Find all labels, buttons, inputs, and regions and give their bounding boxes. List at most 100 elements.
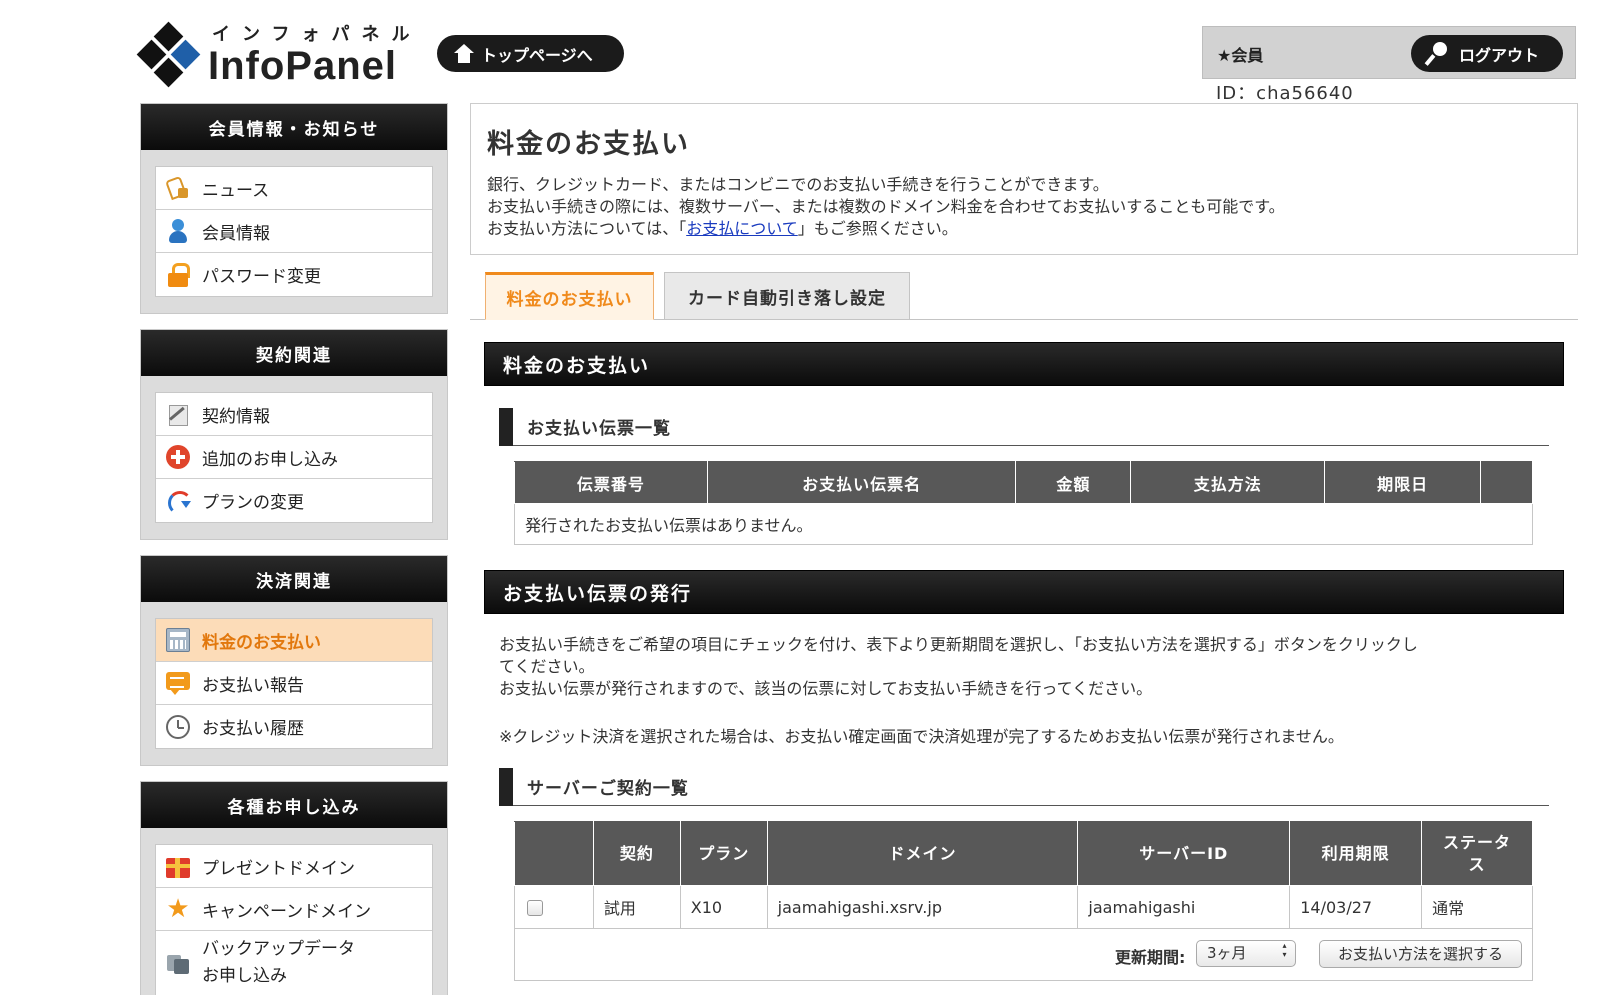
table-header-row: 伝票番号 お支払い伝票名 金額 支払方法 期限日 [514, 461, 1533, 504]
issue-text-line: お支払い伝票が発行されますので、該当の伝票に対してお支払い手続きを行ってください… [499, 679, 1153, 698]
backup-icon [166, 951, 190, 975]
sidebar-item-present-domain[interactable]: プレゼントドメイン [156, 845, 432, 888]
member-box: ★会員 ログアウト [1202, 26, 1576, 79]
lock-icon [166, 262, 190, 287]
sidebar-item-label: 料金のお支払い [202, 632, 321, 653]
intro-line-text: 」もご参照ください。 [797, 219, 958, 238]
table-row: 試用 X10 jaamahigashi.xsrv.jp jaamahigashi… [514, 885, 1533, 929]
sidebar-heading: 決済関連 [141, 556, 447, 602]
sidebar-group-applications: 各種お申し込み プレゼントドメイン ★ キャンペーンドメイン バックアップデータ… [140, 781, 448, 995]
chat-icon [166, 672, 190, 695]
sidebar-item-password-change[interactable]: パスワード変更 [156, 253, 432, 296]
column-header: 支払方法 [1130, 461, 1326, 504]
select-payment-method-button[interactable]: お支払い方法を選択する [1319, 940, 1522, 968]
sidebar-group-contract: 契約関連 契約情報 追加のお申し込み プランの変更 [140, 329, 448, 540]
sidebar-heading: 各種お申し込み [141, 782, 447, 828]
logout-button-label: ログアウト [1459, 45, 1540, 65]
sidebar-item-payment-report[interactable]: お支払い報告 [156, 662, 432, 705]
column-header: 金額 [1015, 461, 1132, 504]
sidebar-item-plan-change[interactable]: プランの変更 [156, 479, 432, 522]
intro-line: お支払い方法については、「お支払について」もご参照ください。 [487, 218, 1285, 240]
table-header-row: 契約 プラン ドメイン サーバーID 利用期限 ステータス [514, 821, 1533, 886]
member-id: ID：cha56640 [1216, 83, 1354, 104]
gift-icon [166, 858, 190, 878]
sidebar-item-label: ニュース [202, 180, 270, 201]
slip-table: 伝票番号 お支払い伝票名 金額 支払方法 期限日 発行されたお支払い伝票はありま… [514, 461, 1533, 545]
sidebar-item-label-line2: お申し込み [202, 966, 287, 986]
star-icon: ★ [166, 894, 190, 924]
intro-description: 銀行、クレジットカード、またはコンビニでのお支払い手続きを行うことができます。 … [487, 174, 1285, 240]
sidebar-item-label: プランの変更 [202, 493, 304, 513]
logout-button[interactable]: ログアウト [1411, 35, 1563, 72]
sidebar-item-additional-application[interactable]: 追加のお申し込み [156, 436, 432, 479]
tab-card-auto-debit[interactable]: カード自動引き落し設定 [664, 272, 910, 320]
issue-text-line: お支払い手続きをご希望の項目にチェックを付け、表下より更新期間を選択し、「お支払… [499, 635, 1418, 654]
sidebar-item-label: バックアップデータ お申し込み [202, 936, 355, 990]
cell-expiry: 14/03/27 [1289, 885, 1423, 929]
logo-text: InfoPanel [208, 44, 398, 88]
sidebar-item-contract-info[interactable]: 契約情報 [156, 393, 432, 436]
column-header: プラン [679, 821, 768, 886]
sidebar-list: 料金のお支払い お支払い報告 お支払い履歴 [155, 618, 433, 749]
sidebar-item-label: プレゼントドメイン [202, 858, 355, 879]
tab-fee-payment[interactable]: 料金のお支払い [485, 272, 654, 320]
calculator-icon [166, 628, 190, 652]
sidebar-item-label: 会員情報 [202, 223, 270, 244]
top-page-button[interactable]: トップページへ [437, 35, 624, 72]
column-header: サーバーID [1077, 821, 1291, 886]
column-header: お支払い伝票名 [706, 461, 1017, 504]
sidebar-heading: 契約関連 [141, 330, 447, 376]
key-icon [1425, 41, 1449, 66]
contract-icon [166, 402, 190, 426]
sidebar-item-label: 追加のお申し込み [202, 449, 338, 470]
issue-text-line: てください。 [499, 657, 595, 676]
sidebar-item-label: キャンペーンドメイン [202, 901, 372, 922]
empty-message: 発行されたお支払い伝票はありません。 [514, 503, 1533, 545]
row-select-cell [514, 885, 594, 929]
intro-panel: 料金のお支払い 銀行、クレジットカード、またはコンビニでのお支払い手続きを行うこ… [470, 103, 1578, 255]
tab-bar: 料金のお支払い カード自動引き落し設定 [470, 272, 1578, 320]
status-header-line2: ス [1468, 854, 1486, 874]
status-header-line1: ステータ [1443, 832, 1512, 852]
sidebar-item-backup-data[interactable]: バックアップデータ お申し込み [156, 931, 432, 995]
sidebar-item-payment-history[interactable]: お支払い履歴 [156, 705, 432, 748]
top-page-button-label: トップページへ [481, 45, 593, 65]
sidebar-item-label: お支払い履歴 [202, 719, 304, 739]
row-checkbox[interactable] [527, 900, 543, 916]
column-header: 利用期限 [1289, 821, 1423, 886]
intro-line: お支払い手続きの際には、複数サーバー、または複数のドメイン料金を合わせてお支払い… [487, 197, 1285, 216]
renewal-period-select[interactable]: 3ヶ月 [1196, 940, 1296, 967]
section-title-payment: 料金のお支払い [484, 342, 1564, 386]
renewal-period-label: 更新期間: [1115, 948, 1186, 967]
issue-description: お支払い手続きをご希望の項目にチェックを付け、表下より更新期間を選択し、「お支払… [499, 634, 1554, 700]
infopanel-logo[interactable]: インフォパネル InfoPanel [136, 18, 422, 90]
column-header: ドメイン [766, 821, 1079, 886]
sidebar-item-member-info[interactable]: 会員情報 [156, 210, 432, 253]
column-header-status: ステータス [1421, 821, 1533, 886]
column-header [1480, 461, 1533, 504]
user-icon [166, 219, 190, 243]
payment-info-link[interactable]: お支払について [686, 219, 798, 238]
logo-kana: インフォパネル [212, 24, 422, 45]
sidebar-item-campaign-domain[interactable]: ★ キャンペーンドメイン [156, 888, 432, 931]
sidebar-list: ニュース 会員情報 パスワード変更 [155, 166, 433, 297]
cell-status: 通常 [1421, 885, 1533, 929]
sidebar-item-label: パスワード変更 [202, 267, 321, 287]
contract-table: 契約 プラン ドメイン サーバーID 利用期限 ステータス 試用 X10 jaa… [514, 821, 1533, 929]
page-title: 料金のお支払い [487, 129, 690, 160]
sidebar-item-fee-payment[interactable]: 料金のお支払い [156, 619, 432, 662]
intro-line-text: お支払い方法については、「 [487, 219, 687, 238]
credit-note: ※クレジット決済を選択された場合は、お支払い確定画面で決済処理が完了するためお支… [499, 727, 1344, 746]
subhead-server-contracts: サーバーご契約一覧 [499, 768, 1549, 806]
sidebar-item-news[interactable]: ニュース [156, 167, 432, 210]
column-header: 期限日 [1324, 461, 1481, 504]
news-icon [166, 176, 190, 200]
column-header-select [514, 821, 594, 886]
clock-icon [166, 714, 190, 739]
cell-domain: jaamahigashi.xsrv.jp [766, 885, 1079, 929]
cell-server-id: jaamahigashi [1077, 885, 1291, 929]
table-row: 発行されたお支払い伝票はありません。 [514, 503, 1533, 545]
sidebar-group-member: 会員情報・お知らせ ニュース 会員情報 パスワード変更 [140, 103, 448, 314]
intro-line: 銀行、クレジットカード、またはコンビニでのお支払い手続きを行うことができます。 [487, 175, 1109, 194]
column-header: 伝票番号 [514, 461, 708, 504]
